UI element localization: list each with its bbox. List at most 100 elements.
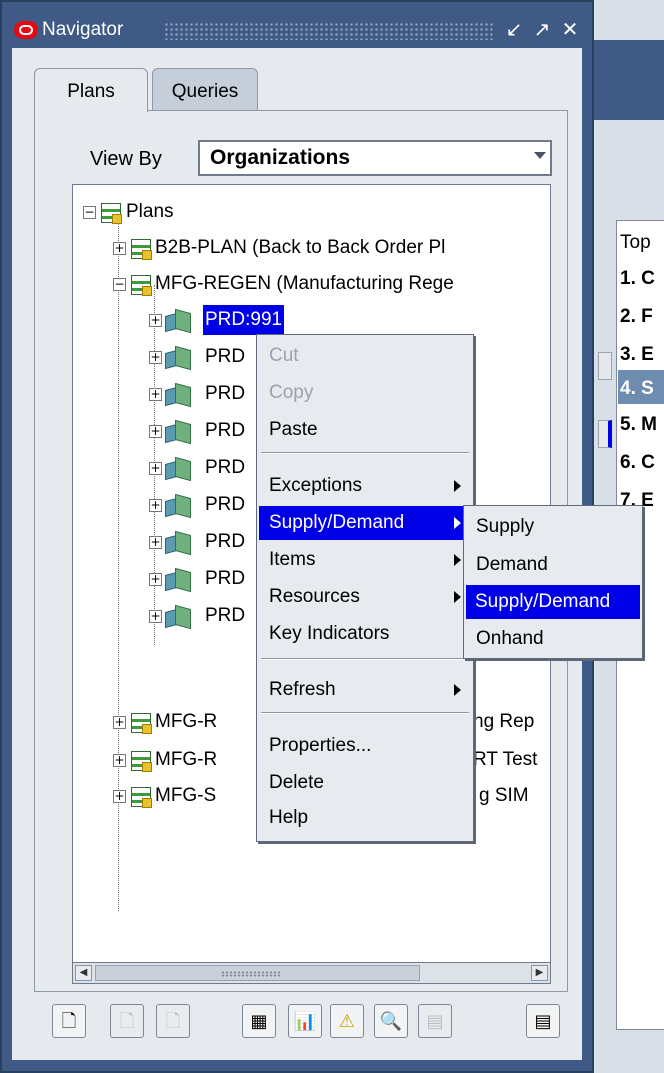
scrollbar-grip xyxy=(221,971,281,977)
tree-node-label: PRD xyxy=(205,494,246,515)
tree-node-label: Plans xyxy=(126,201,174,222)
chevron-down-icon[interactable] xyxy=(534,152,546,159)
background-scroll-button[interactable] xyxy=(598,420,612,448)
menu-item-label: Demand xyxy=(476,554,548,575)
tree-node-label: PRD xyxy=(205,605,246,626)
expand-icon[interactable]: + xyxy=(113,790,126,803)
menu-item-properties[interactable]: Properties... xyxy=(259,729,471,763)
menu-item-supply-demand[interactable]: Supply/Demand xyxy=(259,506,471,540)
export-document-icon[interactable]: 🗋 xyxy=(156,1004,190,1038)
expand-icon[interactable]: + xyxy=(113,754,126,767)
plan-icon xyxy=(131,751,152,772)
close-icon[interactable]: ✕ xyxy=(558,17,582,43)
organization-icon xyxy=(165,347,191,369)
tab-plans[interactable]: Plans xyxy=(34,68,148,112)
bar-chart-icon[interactable]: 📊 xyxy=(288,1004,322,1038)
expand-icon[interactable]: + xyxy=(149,425,162,438)
oracle-logo-icon xyxy=(14,21,38,39)
menu-item-resources[interactable]: Resources xyxy=(259,580,471,614)
menu-item-exceptions[interactable]: Exceptions xyxy=(259,469,471,503)
supply-demand-submenu: Supply Demand Supply/Demand Onhand xyxy=(463,505,643,659)
window-title: Navigator xyxy=(42,19,124,40)
search-icon[interactable]: 🔍 xyxy=(374,1004,408,1038)
tree-node-label-tail: g SIM xyxy=(479,785,529,806)
menu-item-delete[interactable]: Delete xyxy=(259,766,471,800)
plan-icon xyxy=(131,239,152,260)
background-row[interactable]: 5. M xyxy=(620,414,657,436)
scroll-left-icon[interactable]: ◀ xyxy=(75,965,92,981)
background-top-label: Top xyxy=(620,232,651,253)
expand-icon[interactable]: + xyxy=(149,351,162,364)
submenu-item-supply[interactable]: Supply xyxy=(466,510,640,544)
organization-icon xyxy=(165,569,191,591)
submenu-item-supply-demand[interactable]: Supply/Demand xyxy=(466,585,640,619)
tree-node-label: PRD xyxy=(205,568,246,589)
title-drag-grip[interactable] xyxy=(164,22,494,40)
menu-item-items[interactable]: Items xyxy=(259,543,471,577)
horizontal-scrollbar[interactable]: ◀ ▶ xyxy=(72,962,551,984)
menu-item-label: Help xyxy=(269,807,309,828)
warning-icon[interactable]: ⚠ xyxy=(330,1004,364,1038)
expand-icon[interactable]: + xyxy=(113,242,126,255)
menu-item-label: Properties... xyxy=(269,735,372,756)
maximize-icon[interactable]: ↗ xyxy=(530,17,554,43)
collapse-icon[interactable]: − xyxy=(83,206,96,219)
grid-icon[interactable]: ▦ xyxy=(242,1004,276,1038)
expand-icon[interactable]: + xyxy=(149,462,162,475)
minimize-icon[interactable]: ↙ xyxy=(502,17,526,43)
background-row[interactable]: 3. E xyxy=(620,344,654,366)
copy-document-icon[interactable]: 🗋 xyxy=(110,1004,144,1038)
expand-icon[interactable]: + xyxy=(149,536,162,549)
tree-node-label-selected: PRD:991 xyxy=(203,305,285,335)
submenu-item-onhand[interactable]: Onhand xyxy=(466,622,640,656)
menu-item-key-indicators[interactable]: Key Indicators xyxy=(259,617,471,651)
tree-node-label: MFG-REGEN (Manufacturing Rege xyxy=(155,273,454,294)
menu-item-paste[interactable]: Paste xyxy=(259,413,471,447)
menu-item-label: Exceptions xyxy=(269,475,362,496)
submenu-item-demand[interactable]: Demand xyxy=(466,548,640,582)
expand-icon[interactable]: + xyxy=(149,610,162,623)
table-icon[interactable]: ▤ xyxy=(418,1004,452,1038)
menu-item-label: Supply/Demand xyxy=(269,512,405,533)
expand-icon[interactable]: + xyxy=(113,716,126,729)
background-row[interactable]: 2. F xyxy=(620,306,653,328)
expand-icon[interactable]: + xyxy=(149,388,162,401)
menu-item-cut[interactable]: Cut xyxy=(259,339,471,373)
menu-item-label: Copy xyxy=(269,382,314,403)
collapse-icon[interactable]: − xyxy=(113,278,126,291)
background-row[interactable]: 6. C xyxy=(620,452,655,474)
background-row[interactable]: 1. C xyxy=(620,268,655,290)
expand-icon[interactable]: + xyxy=(149,314,162,327)
plan-icon xyxy=(131,275,152,296)
view-by-label: View By xyxy=(90,148,162,170)
submenu-arrow-icon xyxy=(454,480,461,492)
menu-separator xyxy=(261,658,469,660)
scroll-right-icon[interactable]: ▶ xyxy=(531,965,548,981)
background-header xyxy=(594,40,664,120)
organization-icon xyxy=(165,458,191,480)
navigator-toolbar: 🗋 🗋 🗋 ▦ 📊 ⚠ 🔍 ▤ ▤ xyxy=(52,1004,582,1044)
background-row[interactable]: 4. S xyxy=(620,378,654,400)
menu-item-help[interactable]: Help xyxy=(259,801,471,835)
menu-item-copy[interactable]: Copy xyxy=(259,376,471,410)
organization-icon xyxy=(165,384,191,406)
tab-queries[interactable]: Queries xyxy=(152,68,258,110)
context-menu: Cut Copy Paste Exceptions Supply/Demand … xyxy=(256,334,474,842)
title-bar[interactable]: Navigator ↙ ↗ ✕ xyxy=(2,14,596,48)
view-by-select[interactable]: Organizations xyxy=(198,140,552,176)
menu-item-label: Paste xyxy=(269,419,318,440)
menu-item-refresh[interactable]: Refresh xyxy=(259,673,471,707)
expand-icon[interactable]: + xyxy=(149,499,162,512)
menu-separator xyxy=(261,712,469,714)
tree-node-label: MFG-R xyxy=(155,711,218,732)
new-document-icon[interactable]: 🗋 xyxy=(52,1004,86,1038)
tree-node-label: PRD xyxy=(205,531,246,552)
expand-icon[interactable]: + xyxy=(149,573,162,586)
submenu-arrow-icon xyxy=(454,554,461,566)
tree-node-label: PRD xyxy=(205,346,246,367)
background-scroll-button[interactable] xyxy=(598,352,612,380)
scrollbar-thumb[interactable] xyxy=(95,965,420,981)
menu-item-label: Cut xyxy=(269,345,299,366)
calculator-icon[interactable]: ▤ xyxy=(526,1004,560,1038)
submenu-arrow-icon xyxy=(454,684,461,696)
